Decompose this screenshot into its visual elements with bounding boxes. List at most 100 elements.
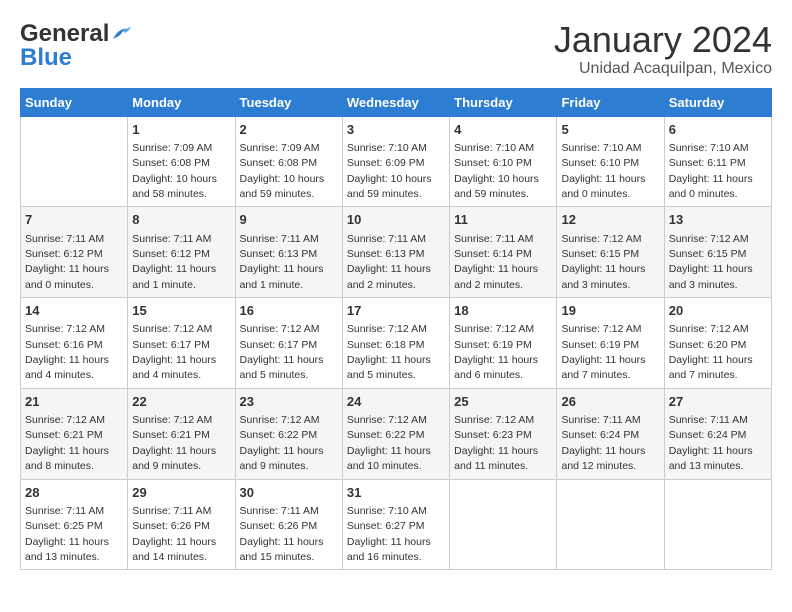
- day-info: Sunrise: 7:12 AMSunset: 6:19 PMDaylight:…: [454, 323, 538, 381]
- calendar-cell: 11 Sunrise: 7:11 AMSunset: 6:14 PMDayligh…: [450, 207, 557, 298]
- day-number: 23: [240, 393, 338, 411]
- day-info: Sunrise: 7:12 AMSunset: 6:17 PMDaylight:…: [132, 323, 216, 381]
- day-number: 29: [132, 484, 230, 502]
- day-number: 2: [240, 121, 338, 139]
- day-info: Sunrise: 7:11 AMSunset: 6:12 PMDaylight:…: [132, 233, 216, 291]
- day-number: 9: [240, 211, 338, 229]
- calendar-cell: 28Sunrise: 7:11 AMSunset: 6:25 PMDayligh…: [21, 479, 128, 570]
- logo-blue: Blue: [20, 44, 72, 72]
- calendar-cell: 6 Sunrise: 7:10 AMSunset: 6:11 PMDaylight…: [664, 116, 771, 207]
- header-cell-thursday: Thursday: [450, 88, 557, 116]
- day-number: 26: [561, 393, 659, 411]
- calendar-cell: 23Sunrise: 7:12 AMSunset: 6:22 PMDayligh…: [235, 388, 342, 479]
- day-number: 16: [240, 302, 338, 320]
- day-number: 12: [561, 211, 659, 229]
- title-block: January 2024 Unidad Acaquilpan, Mexico: [554, 20, 772, 78]
- day-number: 27: [669, 393, 767, 411]
- header-cell-tuesday: Tuesday: [235, 88, 342, 116]
- day-number: 8: [132, 211, 230, 229]
- day-info: Sunrise: 7:12 AMSunset: 6:20 PMDaylight:…: [669, 323, 753, 381]
- day-number: 30: [240, 484, 338, 502]
- logo-bird-icon: [111, 25, 133, 43]
- day-number: 24: [347, 393, 445, 411]
- calendar-cell: 9 Sunrise: 7:11 AMSunset: 6:13 PMDaylight…: [235, 207, 342, 298]
- day-info: Sunrise: 7:12 AMSunset: 6:18 PMDaylight:…: [347, 323, 431, 381]
- calendar-cell: [21, 116, 128, 207]
- day-number: 13: [669, 211, 767, 229]
- day-number: 18: [454, 302, 552, 320]
- calendar-cell: [664, 479, 771, 570]
- day-info: Sunrise: 7:12 AMSunset: 6:15 PMDaylight:…: [561, 233, 645, 291]
- day-number: 21: [25, 393, 123, 411]
- day-info: Sunrise: 7:11 AMSunset: 6:12 PMDaylight:…: [25, 233, 109, 291]
- day-number: 11: [454, 211, 552, 229]
- calendar-cell: 22 Sunrise: 7:12 AMSunset: 6:21 PMDayligh…: [128, 388, 235, 479]
- header-cell-friday: Friday: [557, 88, 664, 116]
- calendar-cell: 17 Sunrise: 7:12 AMSunset: 6:18 PMDayligh…: [342, 298, 449, 389]
- day-number: 17: [347, 302, 445, 320]
- calendar-cell: 2 Sunrise: 7:09 AMSunset: 6:08 PMDaylight…: [235, 116, 342, 207]
- day-info: Sunrise: 7:10 AMSunset: 6:10 PMDaylight:…: [454, 142, 539, 200]
- calendar-cell: 27 Sunrise: 7:11 AMSunset: 6:24 PMDayligh…: [664, 388, 771, 479]
- calendar-cell: 14 Sunrise: 7:12 AMSunset: 6:16 PMDayligh…: [21, 298, 128, 389]
- day-info: Sunrise: 7:11 AMSunset: 6:24 PMDaylight:…: [669, 414, 753, 472]
- calendar-cell: 7 Sunrise: 7:11 AMSunset: 6:12 PMDaylight…: [21, 207, 128, 298]
- day-number: 7: [25, 211, 123, 229]
- calendar-cell: 12 Sunrise: 7:12 AMSunset: 6:15 PMDayligh…: [557, 207, 664, 298]
- calendar-cell: 30 Sunrise: 7:11 AMSunset: 6:26 PMDayligh…: [235, 479, 342, 570]
- day-number: 4: [454, 121, 552, 139]
- day-number: 3: [347, 121, 445, 139]
- calendar-cell: 19 Sunrise: 7:12 AMSunset: 6:19 PMDayligh…: [557, 298, 664, 389]
- day-info: Sunrise: 7:11 AMSunset: 6:24 PMDaylight:…: [561, 414, 645, 472]
- day-info: Sunrise: 7:12 AMSunset: 6:19 PMDaylight:…: [561, 323, 645, 381]
- calendar-week-0: 1 Sunrise: 7:09 AMSunset: 6:08 PMDaylight…: [21, 116, 772, 207]
- calendar-title: January 2024: [554, 20, 772, 60]
- day-info: Sunrise: 7:09 AMSunset: 6:08 PMDaylight:…: [132, 142, 217, 200]
- calendar-cell: 5 Sunrise: 7:10 AMSunset: 6:10 PMDaylight…: [557, 116, 664, 207]
- day-number: 31: [347, 484, 445, 502]
- calendar-cell: 21Sunrise: 7:12 AMSunset: 6:21 PMDayligh…: [21, 388, 128, 479]
- calendar-cell: 16Sunrise: 7:12 AMSunset: 6:17 PMDayligh…: [235, 298, 342, 389]
- day-info: Sunrise: 7:11 AMSunset: 6:14 PMDaylight:…: [454, 233, 538, 291]
- calendar-cell: 3 Sunrise: 7:10 AMSunset: 6:09 PMDaylight…: [342, 116, 449, 207]
- calendar-cell: 29 Sunrise: 7:11 AMSunset: 6:26 PMDayligh…: [128, 479, 235, 570]
- day-number: 22: [132, 393, 230, 411]
- calendar-table: SundayMondayTuesdayWednesdayThursdayFrid…: [20, 88, 772, 571]
- day-info: Sunrise: 7:10 AMSunset: 6:11 PMDaylight:…: [669, 142, 753, 200]
- day-info: Sunrise: 7:11 AMSunset: 6:26 PMDaylight:…: [240, 505, 324, 563]
- header-cell-sunday: Sunday: [21, 88, 128, 116]
- calendar-cell: 13 Sunrise: 7:12 AMSunset: 6:15 PMDayligh…: [664, 207, 771, 298]
- calendar-cell: 4 Sunrise: 7:10 AMSunset: 6:10 PMDaylight…: [450, 116, 557, 207]
- day-info: Sunrise: 7:11 AMSunset: 6:13 PMDaylight:…: [240, 233, 324, 291]
- calendar-cell: [450, 479, 557, 570]
- day-info: Sunrise: 7:12 AMSunset: 6:16 PMDaylight:…: [25, 323, 109, 381]
- calendar-subtitle: Unidad Acaquilpan, Mexico: [554, 60, 772, 78]
- day-info: Sunrise: 7:10 AMSunset: 6:09 PMDaylight:…: [347, 142, 432, 200]
- day-info: Sunrise: 7:11 AMSunset: 6:13 PMDaylight:…: [347, 233, 431, 291]
- day-number: 5: [561, 121, 659, 139]
- calendar-cell: 26 Sunrise: 7:11 AMSunset: 6:24 PMDayligh…: [557, 388, 664, 479]
- calendar-cell: 24 Sunrise: 7:12 AMSunset: 6:22 PMDayligh…: [342, 388, 449, 479]
- header-row: SundayMondayTuesdayWednesdayThursdayFrid…: [21, 88, 772, 116]
- day-number: 14: [25, 302, 123, 320]
- calendar-week-2: 14 Sunrise: 7:12 AMSunset: 6:16 PMDayligh…: [21, 298, 772, 389]
- day-number: 1: [132, 121, 230, 139]
- day-info: Sunrise: 7:11 AMSunset: 6:26 PMDaylight:…: [132, 505, 216, 563]
- header-cell-saturday: Saturday: [664, 88, 771, 116]
- day-info: Sunrise: 7:10 AMSunset: 6:10 PMDaylight:…: [561, 142, 645, 200]
- day-info: Sunrise: 7:12 AMSunset: 6:15 PMDaylight:…: [669, 233, 753, 291]
- calendar-week-3: 21 Sunrise: 7:12 AMSunset: 6:21 PMDayligh…: [21, 388, 772, 479]
- day-info: Sunrise: 7:12 AMSunset: 6:22 PMDaylight:…: [347, 414, 431, 472]
- day-info: Sunrise: 7:12 AMSunset: 6:21 PMDaylight:…: [132, 414, 216, 472]
- day-number: 25: [454, 393, 552, 411]
- calendar-cell: 10 Sunrise: 7:11 AMSunset: 6:13 PMDayligh…: [342, 207, 449, 298]
- day-number: 19: [561, 302, 659, 320]
- header-cell-wednesday: Wednesday: [342, 88, 449, 116]
- day-number: 10: [347, 211, 445, 229]
- day-number: 6: [669, 121, 767, 139]
- calendar-cell: 15Sunrise: 7:12 AMSunset: 6:17 PMDayligh…: [128, 298, 235, 389]
- calendar-week-1: 7 Sunrise: 7:11 AMSunset: 6:12 PMDaylight…: [21, 207, 772, 298]
- page-header: General Blue January 2024 Unidad Acaquil…: [20, 20, 772, 78]
- calendar-week-4: 28Sunrise: 7:11 AMSunset: 6:25 PMDayligh…: [21, 479, 772, 570]
- day-info: Sunrise: 7:09 AMSunset: 6:08 PMDaylight:…: [240, 142, 325, 200]
